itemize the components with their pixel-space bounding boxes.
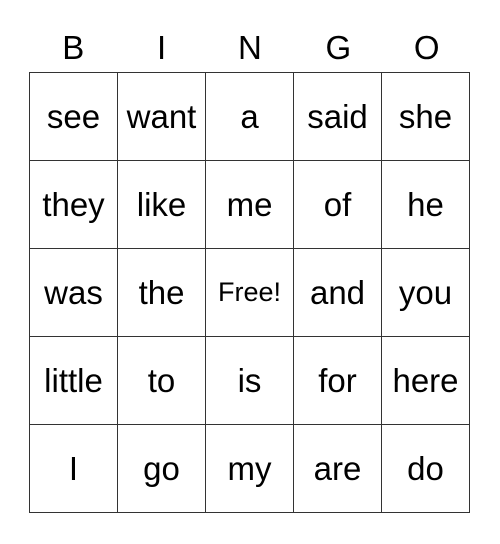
bingo-cell[interactable]: for [294, 337, 382, 425]
free-space-cell[interactable]: Free! [206, 249, 294, 337]
bingo-cell[interactable]: the [118, 249, 206, 337]
bingo-cell[interactable]: I [30, 425, 118, 513]
bingo-cell[interactable]: was [30, 249, 118, 337]
bingo-cell[interactable]: to [118, 337, 206, 425]
header-letter-b: B [62, 29, 85, 66]
bingo-cell[interactable]: they [30, 161, 118, 249]
bingo-cell[interactable]: a [206, 73, 294, 161]
bingo-cell[interactable]: see [30, 73, 118, 161]
bingo-cell[interactable]: said [294, 73, 382, 161]
header-letter-n: N [238, 29, 262, 66]
bingo-cell[interactable]: and [294, 249, 382, 337]
bingo-cell[interactable]: you [382, 249, 470, 337]
bingo-header: B I N G O [29, 26, 471, 70]
bingo-cell[interactable]: do [382, 425, 470, 513]
bingo-cell[interactable]: of [294, 161, 382, 249]
bingo-cell[interactable]: go [118, 425, 206, 513]
bingo-cell[interactable]: he [382, 161, 470, 249]
bingo-cell[interactable]: is [206, 337, 294, 425]
bingo-cell[interactable]: like [118, 161, 206, 249]
bingo-cell[interactable]: here [382, 337, 470, 425]
header-letter-o: O [413, 29, 440, 66]
bingo-cell[interactable]: want [118, 73, 206, 161]
header-letter-g: G [325, 29, 352, 66]
bingo-cell[interactable]: my [206, 425, 294, 513]
bingo-cell[interactable]: me [206, 161, 294, 249]
header-letter-i: I [157, 29, 167, 66]
bingo-cell[interactable]: are [294, 425, 382, 513]
bingo-board: see want a said she they like me of he w… [29, 72, 470, 513]
bingo-cell[interactable]: she [382, 73, 470, 161]
bingo-cell[interactable]: little [30, 337, 118, 425]
